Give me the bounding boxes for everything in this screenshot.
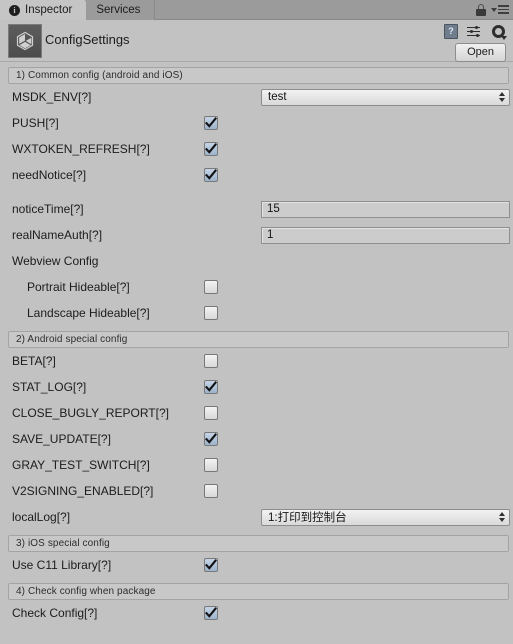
- preset-settings-icon[interactable]: [467, 25, 482, 39]
- tab-bar-controls: [476, 0, 513, 19]
- page-title: ConfigSettings: [45, 32, 130, 47]
- property-label: WXTOKEN_REFRESH[?]: [12, 142, 150, 156]
- property-row-real-name-auth: realNameAuth[?] 1: [0, 222, 513, 248]
- inspector-window: i Inspector Services ConfigSettings ? Op…: [0, 0, 513, 644]
- checkbox-push[interactable]: [204, 116, 218, 130]
- property-row-stat-log: STAT_LOG[?]: [0, 374, 513, 400]
- property-label: Webview Config: [12, 254, 99, 268]
- property-label: MSDK_ENV[?]: [12, 90, 92, 104]
- dropdown-value: test: [268, 91, 287, 103]
- property-label: Check Config[?]: [12, 606, 98, 620]
- property-row-msdk-env: MSDK_ENV[?] test: [0, 84, 513, 110]
- property-row-need-notice: needNotice[?]: [0, 162, 513, 188]
- checkbox-save-update[interactable]: [204, 432, 218, 446]
- property-label: Use C11 Library[?]: [12, 558, 112, 572]
- row-spacer: [0, 188, 513, 196]
- checkbox-need-notice[interactable]: [204, 168, 218, 182]
- section-header: 2) Android special config: [8, 331, 509, 348]
- checkbox-gray-test-switch[interactable]: [204, 458, 218, 472]
- checkbox-check-config[interactable]: [204, 606, 218, 620]
- gear-icon[interactable]: [491, 24, 507, 40]
- property-row-landscape-hideable: Landscape Hideable[?]: [0, 300, 513, 326]
- checkbox-close-bugly-report[interactable]: [204, 406, 218, 420]
- tab-inspector-label: Inspector: [25, 4, 73, 16]
- property-row-push: PUSH[?]: [0, 110, 513, 136]
- text-input-real-name-auth[interactable]: 1: [261, 226, 510, 244]
- property-row-notice-time: noticeTime[?] 15: [0, 196, 513, 222]
- tab-services[interactable]: Services: [87, 0, 156, 20]
- property-row-local-log: localLog[?] 1:打印到控制台: [0, 504, 513, 530]
- property-row-webview-config: Webview Config: [0, 248, 513, 274]
- checkbox-use-c11-library[interactable]: [204, 558, 218, 572]
- property-label: Landscape Hideable[?]: [27, 306, 150, 320]
- property-label: needNotice[?]: [12, 168, 87, 182]
- property-label: PUSH[?]: [12, 116, 59, 130]
- property-row-gray-test-switch: GRAY_TEST_SWITCH[?]: [0, 452, 513, 478]
- dropdown-msdk-env[interactable]: test: [261, 88, 510, 106]
- property-label: GRAY_TEST_SWITCH[?]: [12, 458, 150, 472]
- section-header: 4) Check config when package: [8, 583, 509, 600]
- header-icon-group: ?: [444, 24, 507, 40]
- property-label: SAVE_UPDATE[?]: [12, 432, 111, 446]
- unity-logo-icon: [8, 24, 42, 58]
- property-row-beta: BETA[?]: [0, 348, 513, 374]
- checkbox-stat-log[interactable]: [204, 380, 218, 394]
- dropdown-local-log[interactable]: 1:打印到控制台: [261, 508, 510, 526]
- tab-services-label: Services: [96, 4, 141, 16]
- section-header: 1) Common config (android and iOS): [8, 67, 509, 84]
- property-row-use-c11-library: Use C11 Library[?]: [0, 552, 513, 578]
- property-label: Portrait Hideable[?]: [27, 280, 130, 294]
- property-row-close-bugly-report: CLOSE_BUGLY_REPORT[?]: [0, 400, 513, 426]
- inspector-body: 1) Common config (android and iOS) MSDK_E…: [0, 67, 513, 626]
- open-button[interactable]: Open: [455, 43, 506, 62]
- help-book-icon[interactable]: ?: [444, 24, 458, 39]
- property-label: realNameAuth[?]: [12, 228, 103, 242]
- property-label: STAT_LOG[?]: [12, 380, 87, 394]
- property-row-wxtoken-refresh: WXTOKEN_REFRESH[?]: [0, 136, 513, 162]
- section-header: 3) iOS special config: [8, 535, 509, 552]
- checkbox-landscape-hideable[interactable]: [204, 306, 218, 320]
- property-label: noticeTime[?]: [12, 202, 84, 216]
- tab-inspector[interactable]: i Inspector: [0, 0, 88, 20]
- property-label: V2SIGNING_ENABLED[?]: [12, 484, 154, 498]
- checkbox-beta[interactable]: [204, 354, 218, 368]
- hamburger-menu-icon[interactable]: [491, 5, 509, 14]
- tab-bar: i Inspector Services: [0, 0, 513, 20]
- checkbox-portrait-hideable[interactable]: [204, 280, 218, 294]
- property-label: CLOSE_BUGLY_REPORT[?]: [12, 406, 169, 420]
- property-row-save-update: SAVE_UPDATE[?]: [0, 426, 513, 452]
- checkbox-wxtoken-refresh[interactable]: [204, 142, 218, 156]
- chevron-updown-icon: [499, 92, 505, 102]
- property-label: BETA[?]: [12, 354, 56, 368]
- lock-icon[interactable]: [476, 3, 487, 16]
- info-icon: i: [9, 4, 20, 16]
- dropdown-value: 1:打印到控制台: [268, 512, 347, 524]
- property-row-check-config: Check Config[?]: [0, 600, 513, 626]
- chevron-updown-icon: [499, 512, 505, 522]
- object-header: ConfigSettings ? Open: [0, 20, 513, 62]
- checkbox-v2signing-enabled[interactable]: [204, 484, 218, 498]
- property-label: localLog[?]: [12, 510, 71, 524]
- property-row-portrait-hideable: Portrait Hideable[?]: [0, 274, 513, 300]
- text-input-notice-time[interactable]: 15: [261, 200, 510, 218]
- property-row-v2signing-enabled: V2SIGNING_ENABLED[?]: [0, 478, 513, 504]
